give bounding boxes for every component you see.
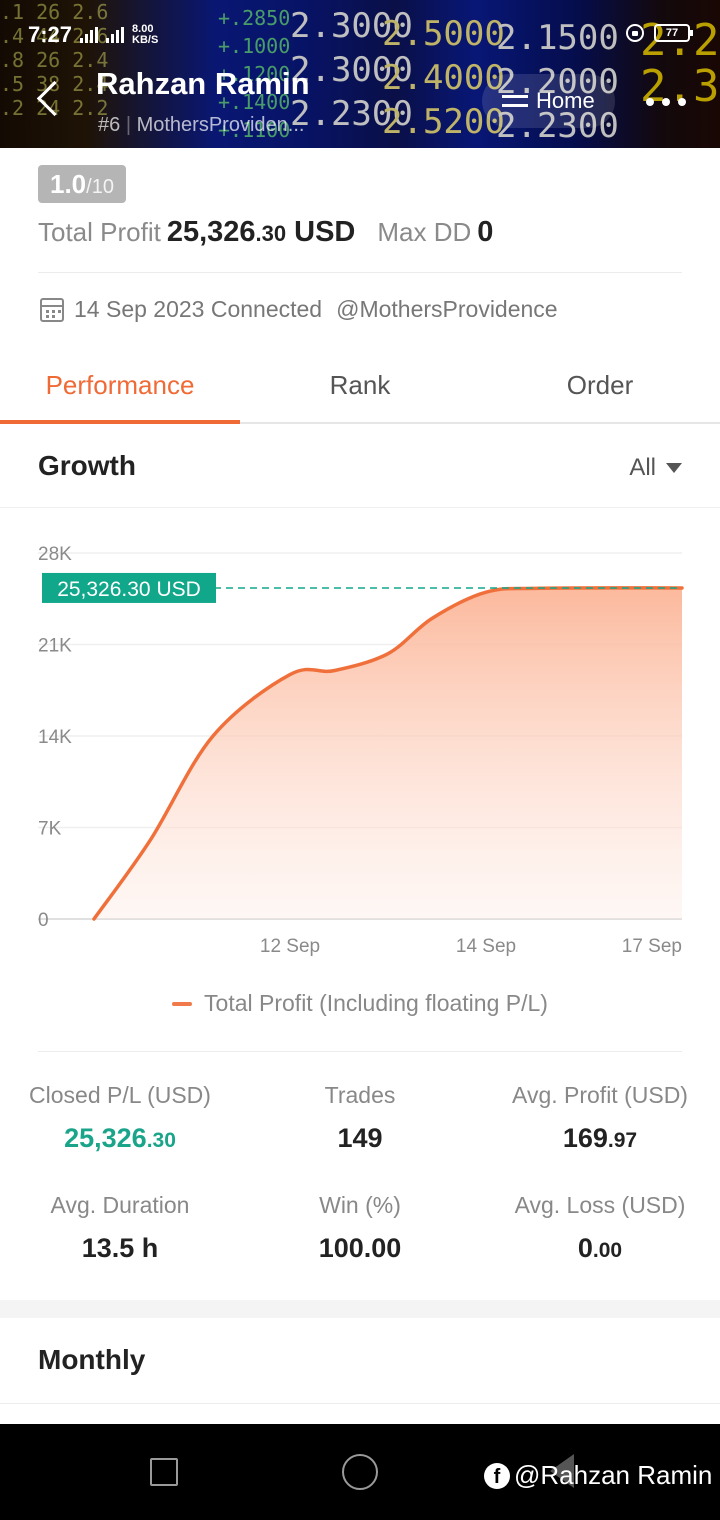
stat-trades: Trades 149	[240, 1082, 480, 1154]
stat-avg-loss: Avg. Loss (USD) 0.00	[480, 1192, 720, 1264]
total-profit-unit: USD	[294, 216, 356, 248]
y-tick-label: 21K	[38, 636, 72, 657]
stat-value: 100.00	[318, 1233, 402, 1263]
divider	[38, 1051, 682, 1052]
stat-value: 0.00	[577, 1233, 623, 1263]
home-button[interactable]: Home	[482, 74, 615, 128]
divider	[0, 1403, 720, 1404]
swap-icon	[502, 91, 528, 111]
stat-value: 169.97	[562, 1123, 638, 1153]
section-gap	[0, 1300, 720, 1318]
stat-label: Win (%)	[319, 1192, 401, 1218]
x-tick-label: 14 Sep	[456, 936, 516, 957]
tab-rank[interactable]: Rank	[240, 350, 480, 422]
stat-label: Closed P/L (USD)	[29, 1082, 211, 1108]
stat-label: Trades	[324, 1082, 396, 1108]
tab-bar: Performance Rank Order	[0, 350, 720, 424]
more-options-icon[interactable]	[646, 98, 686, 106]
growth-chart: 28K 21K 14K 7K 0 12 Sep 14 Sep 17 Sep 25,326.30 …	[38, 544, 684, 957]
rating-badge: 1.0/10	[38, 165, 126, 203]
signal-icon	[106, 27, 125, 43]
stat-value: 149	[337, 1123, 383, 1153]
y-tick-label: 28K	[38, 544, 72, 565]
recent-apps-button[interactable]	[150, 1458, 178, 1486]
y-tick-label: 7K	[38, 819, 62, 840]
legend-label: Total Profit (Including floating P/L)	[204, 990, 548, 1016]
max-dd-value: 0	[477, 216, 494, 248]
lock-icon	[626, 24, 644, 42]
trader-handle-short: MothersProviden...	[136, 114, 305, 136]
rating-max: /10	[86, 176, 114, 198]
y-tick-label: 0	[38, 910, 49, 931]
app-root: .1 26 2.6.4 44 2.6.8 26 2.4.5 38 2.4.2 2…	[0, 0, 720, 1520]
trader-handle[interactable]: @MothersProvidence	[336, 296, 558, 323]
status-bar-right: 77	[626, 24, 693, 42]
network-speed: 8.00 KB/S	[132, 23, 159, 46]
x-tick-label: 12 Sep	[260, 936, 320, 957]
area-fill	[94, 587, 682, 919]
trader-subline: #6 | MothersProviden...	[98, 114, 348, 137]
separator: |	[125, 114, 132, 136]
connected-info: 14 Sep 2023 Connected @MothersProvidence	[40, 296, 558, 323]
stat-avg-duration: Avg. Duration 13.5 h	[0, 1192, 240, 1264]
stat-closed-pl: Closed P/L (USD) 25,326.30	[0, 1082, 240, 1154]
legend-swatch	[172, 1001, 193, 1006]
total-profit-label: Total Profit	[38, 217, 161, 247]
header-banner: .1 26 2.6.4 44 2.6.8 26 2.4.5 38 2.4.2 2…	[0, 0, 720, 148]
total-profit-value: 25,326.30	[166, 216, 287, 248]
max-dd-label: Max DD	[377, 217, 472, 247]
stat-win-rate: Win (%) 100.00	[240, 1192, 480, 1264]
signal-icon	[80, 27, 99, 43]
growth-title: Growth	[38, 450, 136, 481]
tab-performance[interactable]: Performance	[0, 350, 240, 424]
connected-date: 14 Sep 2023 Connected	[74, 296, 323, 322]
stat-value: 13.5 h	[81, 1233, 159, 1263]
dropdown-caret-icon	[666, 463, 682, 473]
stat-label: Avg. Duration	[50, 1192, 190, 1218]
tab-order[interactable]: Order	[480, 350, 720, 422]
rating-value: 1.0	[50, 169, 87, 199]
growth-header: Growth All	[0, 424, 720, 508]
home-nav-button[interactable]	[342, 1454, 378, 1490]
stat-avg-profit: Avg. Profit (USD) 169.97	[480, 1082, 720, 1154]
chart-legend: Total Profit (Including floating P/L)	[0, 990, 720, 1017]
stat-label: Avg. Loss (USD)	[514, 1192, 686, 1218]
back-button[interactable]	[30, 80, 66, 124]
home-label: Home	[536, 88, 595, 113]
status-bar: 7:27 8.00 KB/S	[28, 22, 158, 48]
y-tick-label: 14K	[38, 727, 72, 748]
x-tick-label: 17 Sep	[622, 936, 682, 957]
rank-tag: #6	[98, 114, 121, 136]
trader-name: Rahzan Ramin	[96, 66, 310, 101]
calendar-icon	[40, 297, 64, 322]
system-nav-bar: f @Rahzan Ramin	[0, 1424, 720, 1520]
facebook-icon: f	[484, 1462, 510, 1489]
status-time: 7:27	[28, 22, 73, 47]
current-value-label: 25,326.30 USD	[57, 578, 201, 601]
profit-row: Total Profit 25,326.30 USD Max DD 0	[38, 216, 493, 249]
watermark: f @Rahzan Ramin	[484, 1460, 712, 1491]
divider	[38, 272, 682, 273]
monthly-title: Monthly	[38, 1344, 146, 1375]
stat-label: Avg. Profit (USD)	[512, 1082, 688, 1108]
battery-icon: 77	[654, 24, 693, 42]
range-value: All	[629, 454, 656, 481]
stat-value: 25,326.30	[64, 1123, 176, 1153]
watermark-text: @Rahzan Ramin	[514, 1460, 713, 1490]
range-dropdown[interactable]: All	[629, 454, 682, 482]
